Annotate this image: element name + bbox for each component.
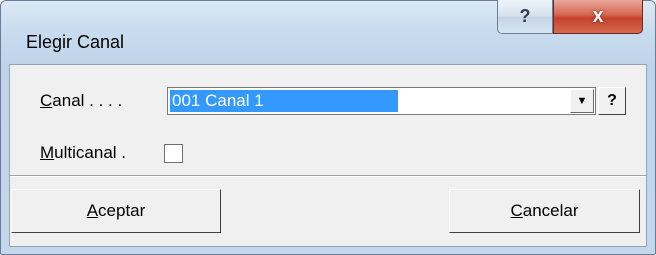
question-mark-icon: ?	[519, 6, 531, 26]
accept-button[interactable]: Aceptar	[11, 189, 221, 233]
canal-combobox[interactable]: 001 Canal 1 ▼	[167, 87, 596, 115]
canal-help-button[interactable]: ?	[598, 87, 626, 115]
divider	[10, 175, 646, 177]
dropdown-button[interactable]: ▼	[570, 89, 594, 113]
dialog-body: Canal . . . . 001 Canal 1 ▼ ? Multicanal…	[9, 64, 647, 247]
close-icon: x	[592, 5, 604, 27]
multicanal-label: Multicanal .	[40, 143, 126, 162]
canal-value: 001 Canal 1	[172, 91, 264, 110]
question-mark-icon: ?	[607, 92, 617, 109]
multicanal-checkbox[interactable]	[164, 144, 183, 163]
titlebar[interactable]: Elegir Canal ? x	[0, 0, 656, 64]
help-button[interactable]: ?	[497, 0, 553, 34]
close-button[interactable]: x	[553, 0, 643, 34]
cancel-button-label: Cancelar	[510, 201, 579, 220]
canal-label: Canal . . . .	[40, 91, 123, 110]
accept-button-label: Aceptar	[86, 201, 146, 220]
cancel-button[interactable]: Cancelar	[449, 189, 640, 233]
window-title: Elegir Canal	[26, 32, 125, 52]
chevron-down-icon: ▼	[576, 95, 588, 107]
dialog-window: Elegir Canal ? x Canal . . . . 001 Canal…	[0, 0, 656, 255]
